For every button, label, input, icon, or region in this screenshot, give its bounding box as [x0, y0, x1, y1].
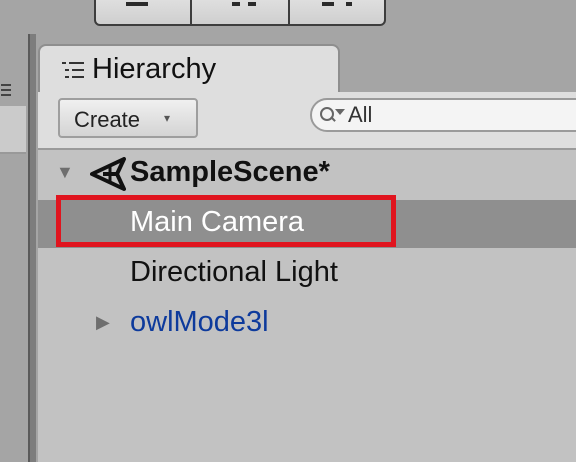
main-toolbar — [0, 0, 576, 34]
create-button[interactable]: Create ▾ — [58, 98, 198, 138]
expand-arrow-icon[interactable]: ▼ — [56, 162, 74, 183]
scene-row[interactable]: ▼ SampleScene* — [38, 150, 576, 198]
create-button-label: Create — [74, 107, 141, 132]
panel-divider[interactable] — [28, 34, 36, 462]
playback-separator — [190, 0, 192, 24]
tree-item-directional-light[interactable]: Directional Light — [38, 250, 576, 298]
unity-logo-icon — [90, 157, 126, 191]
search-input[interactable]: All — [310, 98, 576, 132]
tree-item-label: Directional Light — [130, 256, 338, 288]
tab-hierarchy[interactable]: Hierarchy — [38, 44, 340, 94]
pause-button-icon-bar — [248, 2, 256, 6]
tab-bar: Hierarchy — [38, 34, 576, 94]
tree-item-owlmode3l[interactable]: ▶ owlMode3l — [38, 300, 576, 348]
play-button-icon[interactable] — [126, 2, 148, 6]
step-button-icon-bar — [346, 2, 352, 6]
expand-arrow-icon[interactable]: ▶ — [96, 312, 110, 333]
search-filter-icon[interactable] — [320, 107, 345, 123]
panel-menu-icon[interactable] — [1, 84, 11, 99]
hierarchy-list-icon — [62, 61, 84, 79]
hierarchy-window: Hierarchy Create ▾ All ▼ SampleScene* Ma… — [38, 34, 576, 462]
tab-label: Hierarchy — [92, 53, 217, 85]
playback-separator — [288, 0, 290, 24]
search-placeholder: All — [348, 102, 373, 127]
tree-item-label: owlMode3l — [130, 306, 269, 338]
hierarchy-toolbar: Create ▾ All — [38, 92, 576, 150]
left-panel-row[interactable] — [0, 106, 26, 154]
left-panel — [0, 34, 30, 462]
dropdown-arrow-icon: ▾ — [164, 111, 171, 125]
scene-name: SampleScene* — [130, 156, 330, 188]
playback-controls — [94, 0, 386, 26]
pause-button-icon[interactable] — [232, 2, 240, 6]
step-button-icon[interactable] — [322, 2, 334, 6]
hierarchy-tree: ▼ SampleScene* Main Camera Directional L… — [38, 150, 576, 462]
annotation-highlight — [56, 195, 396, 247]
